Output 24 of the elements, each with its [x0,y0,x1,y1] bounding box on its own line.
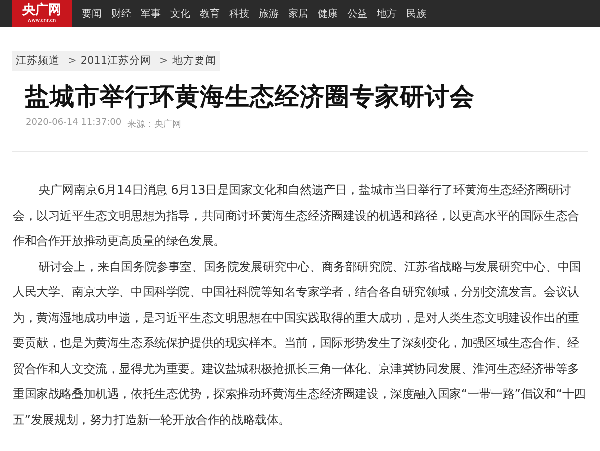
nav-link[interactable]: 财经 [112,6,132,20]
logo-name: 央广网 [22,4,62,18]
nav-link[interactable]: 文化 [170,6,190,20]
nav-link[interactable]: 科技 [230,6,250,20]
nav-link[interactable]: 要闻 [82,6,102,20]
breadcrumb-link[interactable]: 2011江苏分网 [80,54,152,68]
article-paragraph: 央广网南京6月14日消息 6月13日是国家文化和自然遗产日，盐城市当日举行了环黄海生态经济圈研讨会，以习近平生态文明思想为指导，共同商讨环黄海生态经济圈建设的机遇和路径，以更高水平的国际生态合作和合作开放推动更高质量的绿色发展。 [13,182,580,250]
nav-link[interactable]: 地方 [377,6,397,20]
breadcrumb-link[interactable]: 地方要闻 [172,54,216,68]
breadcrumb-separator: > [68,55,77,67]
publish-date: 2020-06-14 11:37:00 [26,118,122,130]
nav-link[interactable]: 健康 [318,6,338,20]
nav-link[interactable]: 公益 [348,6,368,20]
nav-link[interactable]: 家居 [288,6,308,20]
article-paragraph: 研讨会上，来自国务院参事室、国务院发展研究中心、商务部研究院、江苏省战略与发展研究中心、中国人民大学、南京大学、中国科学院、中国社科院等知名专家学者，结合各自研究领域，分别交流发言。会议认为，黄海湿地成功申遗，是习近平生态文明思想在中国实践取得的重大成功，是对人类生态文明建设作出的重要贡献，也是为黄海生态系统保护提供的现实样本。当前，国际形势发生了深刻变化，加强区域生态合作、经贸合作和人文交流，显得尤为重要。建议盐城积极抢抓长三角一体化、京津冀协同发展、淮河生态经济带等多重国家战略叠加机遇，依托生态优势，探索推动环黄海生态经济圈建设，深度融入国家“一带一路”倡议和“十四五”发展规划，努力打造新一轮开放合作的战略载体。 [13,258,587,428]
breadcrumb-separator: > [160,55,168,67]
source-label: 来源： [128,118,155,131]
nav-link[interactable]: 军事 [141,6,161,20]
source-name: 央广网 [154,118,182,131]
nav-link[interactable]: 教育 [200,6,220,20]
nav-link[interactable]: 民族 [406,6,426,20]
breadcrumb-link[interactable]: 江苏频道 [16,54,60,68]
article-title: 盐城市举行环黄海生态经济圈专家研讨会 [25,83,476,111]
nav-link[interactable]: 旅游 [259,6,279,20]
